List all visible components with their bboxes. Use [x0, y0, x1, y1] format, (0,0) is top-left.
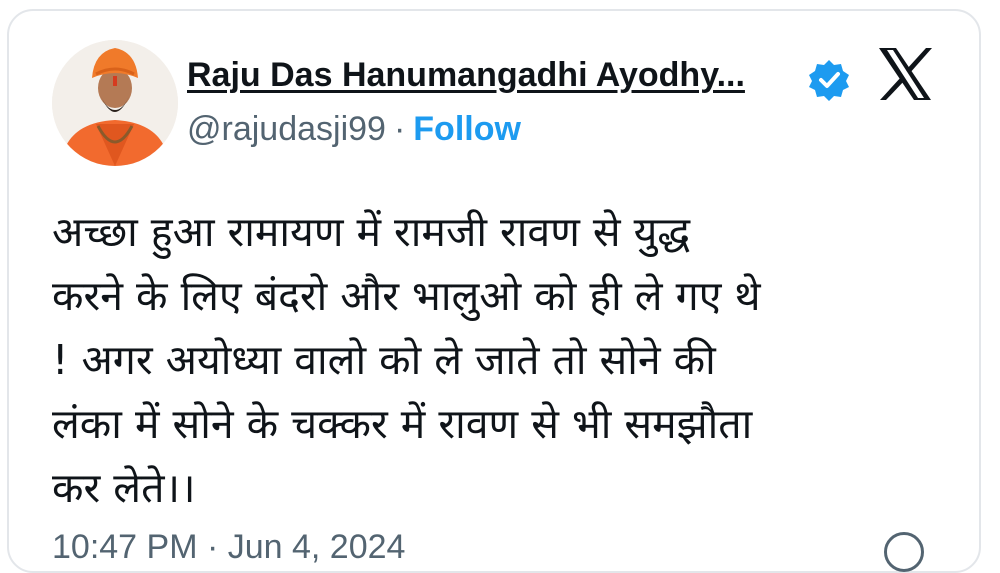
info-icon[interactable] [884, 532, 924, 572]
tweet-line: अच्छा हुआ रामायण में रामजी रावण से युद्ध [52, 208, 691, 256]
verified-badge-icon [809, 60, 849, 101]
author-display-name[interactable]: Raju Das Hanumangadhi Ayodhy... [187, 56, 745, 95]
tweet-line: ! अगर अयोध्या वालो को ले जाते तो सोने की [52, 336, 716, 384]
tweet-timestamp[interactable]: 10:47 PM · Jun 4, 2024 [52, 528, 405, 567]
separator-dot: · [393, 110, 406, 148]
follow-button[interactable]: Follow [413, 110, 521, 148]
tweet-line: लंका में सोने के चक्कर में रावण से भी सम… [52, 400, 753, 448]
author-handle[interactable]: @rajudasji99 [187, 110, 386, 148]
x-logo-icon[interactable] [876, 46, 934, 102]
tweet-text: अच्छा हुआ रामायण में रामजी रावण से युद्ध… [52, 200, 952, 520]
tweet-line: कर लेते।। [52, 464, 196, 512]
author-handle-row: @rajudasji99 · Follow [187, 110, 521, 149]
avatar-image [52, 40, 178, 166]
avatar[interactable] [52, 40, 178, 166]
tweet-line: करने के लिए बंदरो और भालुओ को ही ले गए थ… [52, 272, 761, 320]
